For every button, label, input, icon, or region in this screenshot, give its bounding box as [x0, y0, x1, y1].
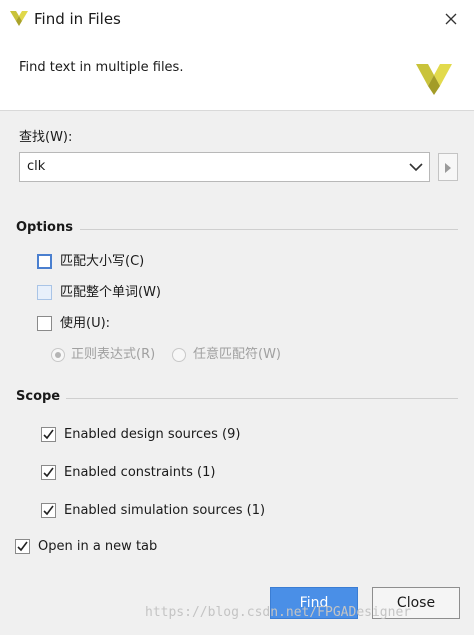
chevron-down-icon[interactable]	[409, 162, 423, 172]
scope-section-title: Scope	[16, 389, 61, 404]
search-history-button[interactable]	[438, 153, 458, 181]
constraints-label[interactable]: Enabled constraints (1)	[64, 465, 215, 481]
regex-label[interactable]: 正则表达式(R)	[71, 347, 155, 363]
regex-radio[interactable]	[51, 348, 65, 362]
new-tab-checkbox[interactable]	[15, 539, 30, 554]
close-icon[interactable]	[445, 13, 457, 25]
use-label[interactable]: 使用(U):	[60, 316, 110, 332]
whole-word-checkbox[interactable]	[37, 285, 52, 300]
wildcard-label[interactable]: 任意匹配符(W)	[193, 347, 281, 363]
match-case-checkbox[interactable]	[37, 254, 52, 269]
design-sources-checkbox[interactable]	[41, 427, 56, 442]
dialog-description: Find text in multiple files.	[19, 60, 184, 75]
window-close-button[interactable]	[428, 0, 474, 38]
options-divider	[80, 229, 458, 230]
watermark-text: https://blog.csdn.net/FPGADesigner	[145, 605, 412, 620]
radio-selected-dot	[55, 352, 61, 358]
dialog-header: Find text in multiple files.	[0, 38, 474, 111]
whole-word-label[interactable]: 匹配整个单词(W)	[60, 285, 161, 301]
checkmark-icon	[17, 541, 28, 552]
simulation-sources-label[interactable]: Enabled simulation sources (1)	[64, 503, 265, 519]
checkmark-icon	[43, 505, 54, 516]
constraints-checkbox[interactable]	[41, 465, 56, 480]
window-title: Find in Files	[34, 10, 121, 28]
design-sources-label[interactable]: Enabled design sources (9)	[64, 427, 240, 443]
match-case-label[interactable]: 匹配大小写(C)	[60, 254, 144, 270]
checkmark-icon	[43, 429, 54, 440]
title-bar: Find in Files	[0, 0, 474, 38]
use-checkbox[interactable]	[37, 316, 52, 331]
new-tab-label[interactable]: Open in a new tab	[38, 539, 157, 555]
search-input[interactable]: clk	[27, 159, 45, 174]
search-label: 查找(W):	[19, 130, 73, 145]
simulation-sources-checkbox[interactable]	[41, 503, 56, 518]
vivado-app-icon	[10, 11, 28, 26]
chevron-right-icon	[445, 163, 451, 173]
checkmark-icon	[43, 467, 54, 478]
vivado-logo-icon	[416, 64, 452, 95]
options-section-title: Options	[16, 220, 73, 235]
search-combobox[interactable]: clk	[19, 152, 430, 182]
scope-divider	[66, 398, 458, 399]
wildcard-radio[interactable]	[172, 348, 186, 362]
